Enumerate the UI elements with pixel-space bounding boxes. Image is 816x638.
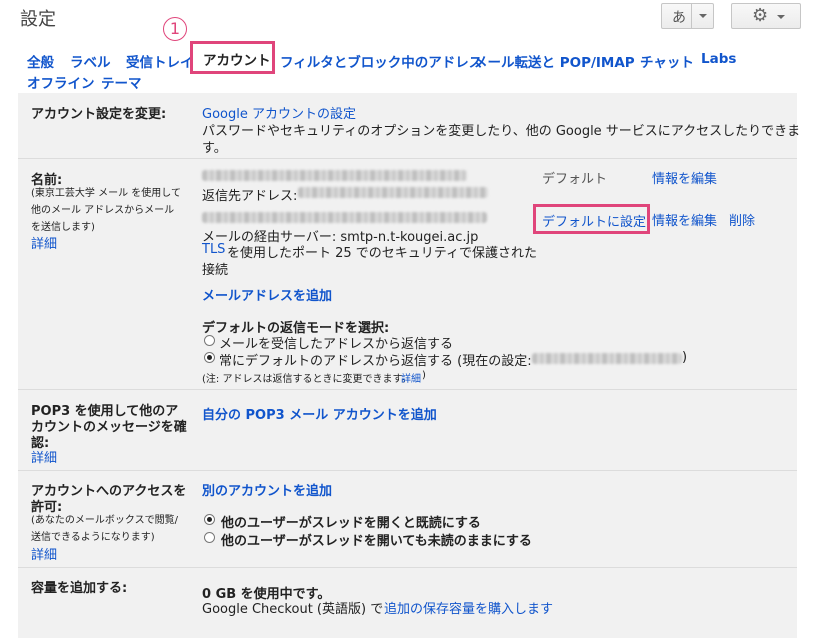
mark-read-label: 他のユーザーがスレッドを開くと既読にする bbox=[221, 516, 481, 531]
buy-storage-link[interactable]: 追加の保存容量を購入します bbox=[384, 598, 553, 617]
tab-themes[interactable]: テーマ bbox=[101, 72, 142, 92]
reply-from-default-label: 常にデフォルトのアドレスから返信する (現在の設定: bbox=[219, 354, 532, 369]
grant-access-details-link[interactable]: 詳細 bbox=[31, 544, 57, 563]
gear-icon: ⚙ bbox=[752, 5, 769, 26]
chevron-down-icon[interactable] bbox=[699, 14, 707, 18]
add-address-link[interactable]: メールアドレスを追加 bbox=[202, 285, 332, 304]
set-default-button[interactable]: デフォルトに設定 bbox=[533, 204, 650, 234]
redacted-reply-to bbox=[298, 187, 488, 198]
tab-labs[interactable]: Labs bbox=[701, 51, 736, 67]
pop3-label-2: カウントのメッセージを確 bbox=[31, 420, 187, 435]
input-tools-label: あ bbox=[672, 10, 686, 26]
leave-unread-radio[interactable] bbox=[204, 532, 215, 543]
name-details-link[interactable]: 詳細 bbox=[31, 233, 57, 252]
set-default-label: デフォルトに設定 bbox=[542, 215, 647, 230]
input-tools-button[interactable]: あ bbox=[661, 3, 714, 29]
divider bbox=[18, 158, 797, 159]
divider bbox=[18, 470, 797, 471]
tab-offline[interactable]: オフライン bbox=[27, 72, 95, 92]
tab-chat[interactable]: チャット bbox=[640, 51, 694, 71]
storage-label: 容量を追加する: bbox=[31, 581, 128, 596]
redacted-address bbox=[202, 170, 467, 181]
divider bbox=[18, 389, 797, 390]
annotation-marker-1: 1 bbox=[163, 17, 187, 41]
page-title: 設定 bbox=[20, 9, 56, 30]
reply-note-end: ) bbox=[422, 370, 426, 381]
tab-forwarding-pop-imap[interactable]: メール転送と POP/IMAP bbox=[474, 51, 635, 71]
grant-access-note: (あなたのメールボックスで閲覧/送信できるようになります) bbox=[31, 515, 178, 543]
settings-gear-button[interactable]: ⚙ bbox=[731, 3, 801, 29]
add-another-account-link[interactable]: 別のアカウントを追加 bbox=[202, 480, 332, 499]
mark-read-radio[interactable] bbox=[204, 514, 215, 525]
reply-from-received-radio[interactable] bbox=[204, 335, 215, 346]
edit-info-link[interactable]: 情報を編集 bbox=[652, 168, 717, 187]
paren-close: ) bbox=[682, 350, 688, 365]
tls-text: を使用したポート 25 でのセキュリティで保護された bbox=[227, 246, 538, 261]
pop3-details-link[interactable]: 詳細 bbox=[31, 447, 57, 466]
reply-from-default-radio[interactable] bbox=[204, 352, 215, 363]
tab-accounts[interactable]: アカウント bbox=[190, 41, 275, 74]
tab-labels[interactable]: ラベル bbox=[70, 51, 111, 71]
account-settings-desc: パスワードやセキュリティのオプションを変更したり、他の Google サービスに… bbox=[202, 124, 801, 139]
reply-note-details-link[interactable]: 詳細 bbox=[401, 370, 421, 385]
divider bbox=[18, 567, 797, 568]
edit-info-link-2[interactable]: 情報を編集 bbox=[652, 210, 717, 229]
tab-accounts-label: アカウント bbox=[203, 53, 271, 69]
checkout-text: Google Checkout (英語版) で bbox=[202, 602, 384, 617]
delete-link[interactable]: 削除 bbox=[729, 210, 755, 229]
chevron-down-icon bbox=[777, 15, 785, 19]
reply-note: (注: アドレスは返信するときに変更できます。 bbox=[202, 374, 412, 385]
change-account-label: アカウント設定を変更: bbox=[31, 107, 167, 122]
account-settings-desc-2: す。 bbox=[202, 141, 227, 156]
leave-unread-label: 他のユーザーがスレッドを開いても未読のままにする bbox=[221, 534, 532, 549]
redacted-current-setting bbox=[532, 353, 682, 364]
redacted-address-2 bbox=[202, 212, 487, 223]
tls-link[interactable]: TLS bbox=[202, 242, 225, 257]
tab-general[interactable]: 全般 bbox=[27, 51, 54, 71]
default-indicator: デフォルト bbox=[542, 172, 608, 187]
add-pop3-account-link[interactable]: 自分の POP3 メール アカウントを追加 bbox=[202, 404, 437, 423]
tab-inbox[interactable]: 受信トレイ bbox=[126, 51, 194, 71]
divider bbox=[691, 4, 692, 28]
name-note: (東京工芸大学 メール を使用して他のメール アドレスからメールを送信します) bbox=[31, 188, 181, 233]
reply-to-label: 返信先アドレス: bbox=[202, 189, 298, 204]
tab-filters[interactable]: フィルタとブロック中のアドレス bbox=[280, 51, 482, 71]
tls-text-2: 接続 bbox=[202, 263, 229, 278]
